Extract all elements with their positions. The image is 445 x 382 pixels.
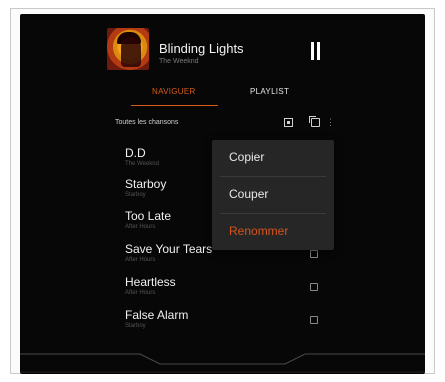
tab-playlist[interactable]: PLAYLIST xyxy=(250,87,289,96)
checkbox-icon[interactable] xyxy=(310,316,318,324)
menu-item-couper[interactable]: Couper xyxy=(212,177,334,213)
album-cover xyxy=(107,28,149,70)
tab-naviguer[interactable]: NAVIGUER xyxy=(152,87,196,96)
song-artist: The Weeknd xyxy=(125,161,159,167)
song-artist: Starboy xyxy=(125,192,146,198)
list-item-song[interactable]: Heartless After Hours xyxy=(125,275,325,305)
song-title: Starboy xyxy=(125,177,167,191)
now-playing-artist: The Weeknd xyxy=(159,58,199,65)
song-title: D.D xyxy=(125,146,146,160)
more-vertical-icon[interactable]: ⋮ xyxy=(326,118,335,127)
song-artist: Starboy xyxy=(125,323,146,329)
menu-item-label: Copier xyxy=(229,150,265,164)
menu-item-label: Couper xyxy=(229,187,269,201)
menu-item-label: Renommer xyxy=(229,224,289,238)
all-songs-label: Toutes les chansons xyxy=(115,119,179,126)
list-item-song[interactable]: False Alarm Starboy xyxy=(125,308,325,338)
song-artist: After Hours xyxy=(125,290,156,296)
song-title: Save Your Tears xyxy=(125,242,213,256)
song-artist: After Hours xyxy=(125,257,156,263)
checkbox-icon[interactable] xyxy=(310,283,318,291)
checkbox-icon[interactable] xyxy=(310,250,318,258)
active-tab-indicator xyxy=(131,105,218,106)
song-title: Heartless xyxy=(125,275,176,289)
list-header: Toutes les chansons ⋮ xyxy=(115,116,335,133)
song-artist: After Hours xyxy=(125,224,156,230)
now-playing-title: Blinding Lights xyxy=(159,41,244,56)
select-grid-icon[interactable] xyxy=(284,118,293,127)
pause-icon[interactable] xyxy=(308,42,322,60)
context-menu: Copier Couper Renommer xyxy=(212,140,334,250)
now-playing-bar[interactable]: Blinding Lights The Weeknd xyxy=(107,22,322,72)
tab-bar: NAVIGUER PLAYLIST xyxy=(112,82,332,108)
song-title: Too Late xyxy=(125,209,172,223)
menu-item-renommer[interactable]: Renommer xyxy=(212,214,334,250)
copy-icon[interactable] xyxy=(309,116,320,127)
song-title: False Alarm xyxy=(125,308,189,322)
menu-item-copier[interactable]: Copier xyxy=(212,140,334,176)
device-bottom-edge xyxy=(20,346,425,374)
